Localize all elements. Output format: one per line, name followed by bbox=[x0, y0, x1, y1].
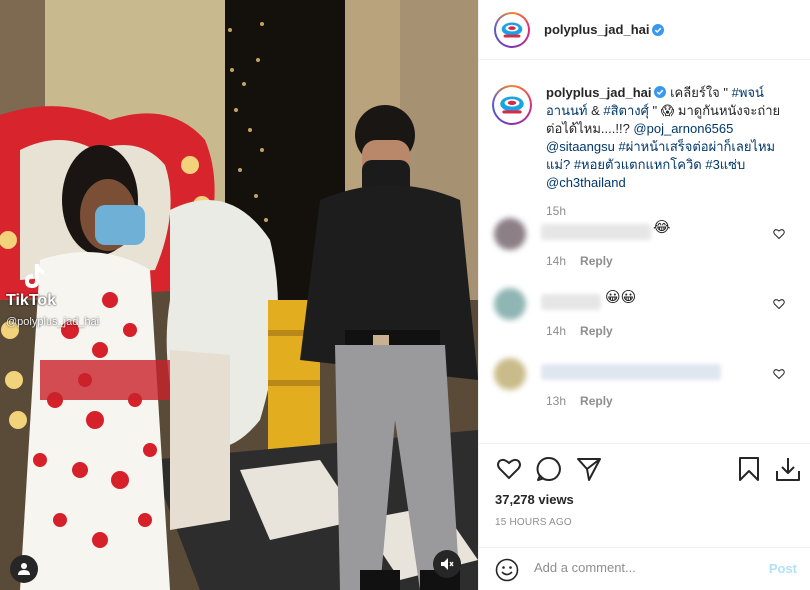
post-time-ago: 15 HOURS AGO bbox=[495, 517, 572, 528]
comment-text-blurred bbox=[541, 364, 721, 380]
comment-timestamp: 14h bbox=[546, 324, 567, 338]
reply-button[interactable]: Reply bbox=[580, 324, 613, 338]
video-frame bbox=[0, 0, 478, 590]
verified-badge-icon bbox=[652, 23, 665, 36]
download-icon[interactable] bbox=[775, 456, 801, 482]
reply-button[interactable]: Reply bbox=[580, 394, 613, 408]
comment-timestamp: 13h bbox=[546, 394, 567, 408]
comment-emoji: 😂 bbox=[653, 219, 671, 236]
mention-link[interactable]: @sitaangsu bbox=[546, 139, 615, 154]
comment-bubble-icon[interactable] bbox=[536, 456, 562, 482]
comment-meta: 14h Reply bbox=[546, 324, 613, 338]
action-icons bbox=[494, 456, 801, 484]
mention-link[interactable]: @ch3thailand bbox=[546, 175, 626, 190]
share-paper-plane-icon[interactable] bbox=[576, 456, 602, 482]
view-count[interactable]: 37,278 views bbox=[495, 492, 574, 507]
caption-text: polyplus_jad_hai เคลียร์ใจ " #พจน์ อานนท… bbox=[546, 84, 796, 192]
like-heart-icon[interactable] bbox=[496, 456, 522, 482]
commenter-avatar[interactable] bbox=[494, 218, 526, 250]
comment-item: 13h Reply bbox=[479, 358, 810, 428]
post-comment-button[interactable]: Post bbox=[769, 561, 797, 576]
verified-badge-icon bbox=[654, 86, 667, 98]
comment-text-blurred bbox=[541, 294, 601, 310]
caption-avatar[interactable] bbox=[492, 85, 532, 125]
comment-timestamp: 14h bbox=[546, 254, 567, 268]
comment-item: 😀😀 14h Reply bbox=[479, 288, 810, 358]
tiktok-watermark-name: TikTok bbox=[6, 292, 57, 309]
caption-timestamp: 15h bbox=[546, 204, 567, 218]
hashtag-link[interactable]: #สิตางศุ์ bbox=[603, 103, 649, 118]
user-icon bbox=[18, 563, 30, 575]
post-username[interactable]: polyplus_jad_hai bbox=[544, 22, 649, 37]
commenter-avatar[interactable] bbox=[494, 358, 526, 390]
muted-speaker-icon bbox=[441, 558, 454, 570]
tagged-users-button[interactable] bbox=[10, 555, 38, 583]
add-comment-bar: Post bbox=[479, 547, 810, 590]
post-video[interactable]: TikTok @polyplus_jad_hai bbox=[0, 0, 478, 590]
caption: polyplus_jad_hai เคลียร์ใจ " #พจน์ อานนท… bbox=[479, 84, 810, 218]
caption-username[interactable]: polyplus_jad_hai bbox=[546, 85, 651, 100]
mute-button[interactable] bbox=[433, 550, 461, 578]
comment-meta: 14h Reply bbox=[546, 254, 613, 268]
tiktok-icon bbox=[25, 264, 44, 288]
comment-emoji: 😀😀 bbox=[605, 289, 637, 306]
mention-link[interactable]: @poj_arnon6565 bbox=[633, 121, 733, 136]
polyplus-logo-icon bbox=[496, 89, 528, 121]
comment-input[interactable] bbox=[534, 560, 754, 575]
save-bookmark-icon[interactable] bbox=[736, 456, 762, 482]
hashtag-link[interactable]: #หอยตัวแตกแหกโควิด bbox=[574, 157, 702, 172]
like-comment-heart-icon[interactable] bbox=[773, 368, 785, 380]
post-actions: 37,278 views 15 HOURS AGO Post bbox=[479, 443, 810, 590]
like-comment-heart-icon[interactable] bbox=[773, 228, 785, 240]
caption-segment: เคลียร์ใจ " bbox=[670, 85, 732, 100]
commenter-avatar[interactable] bbox=[494, 288, 526, 320]
tiktok-watermark-handle: @polyplus_jad_hai bbox=[6, 316, 100, 328]
comments-list: polyplus_jad_hai เคลียร์ใจ " #พจน์ อานนท… bbox=[479, 84, 810, 428]
post-sidebar: polyplus_jad_hai polyplus_jad_hai เคลียร… bbox=[478, 0, 810, 590]
caption-segment: & bbox=[587, 103, 604, 118]
post-header: polyplus_jad_hai bbox=[479, 0, 810, 60]
comment-meta: 13h Reply bbox=[546, 394, 613, 408]
reply-button[interactable]: Reply bbox=[580, 254, 613, 268]
comment-text-blurred bbox=[541, 224, 651, 240]
hashtag-link[interactable]: #3แซ่บ bbox=[705, 157, 745, 172]
polyplus-logo-icon bbox=[498, 15, 526, 44]
emoji-smiley-icon[interactable] bbox=[495, 558, 519, 582]
like-comment-heart-icon[interactable] bbox=[773, 298, 785, 310]
comment-item: 😂 14h Reply bbox=[479, 218, 810, 288]
avatar[interactable] bbox=[494, 11, 530, 48]
